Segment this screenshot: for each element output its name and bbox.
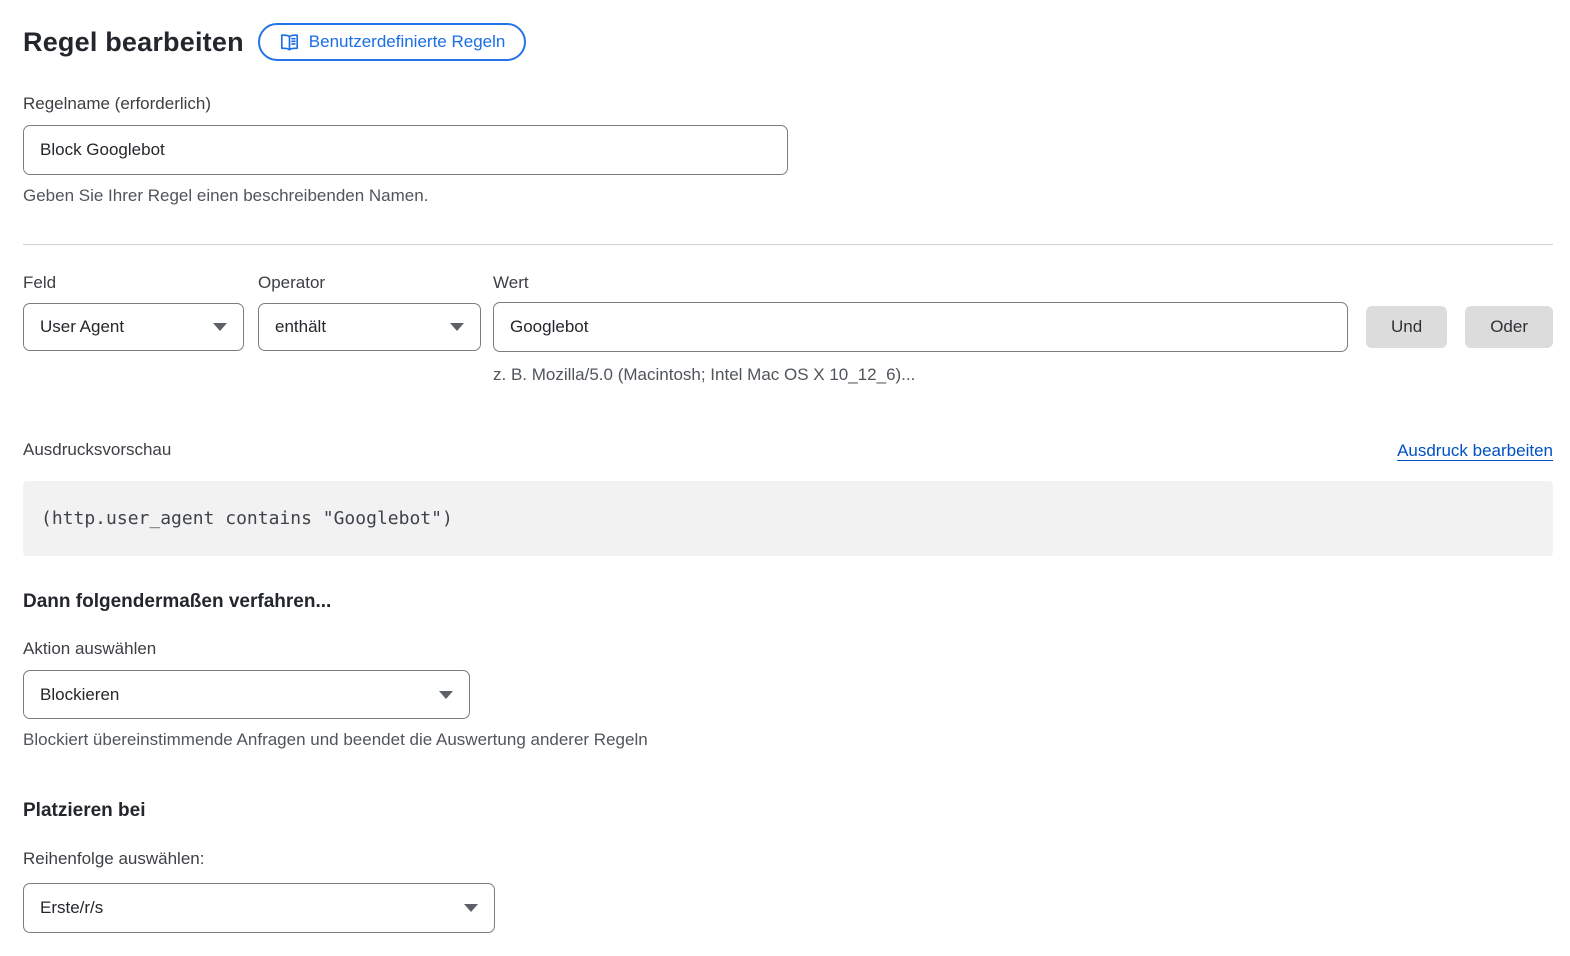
field-select-value: User Agent [40,317,124,337]
expression-preview-box: (http.user_agent contains "Googlebot") [23,481,1553,556]
rule-name-help: Geben Sie Ihrer Regel einen beschreibend… [23,185,1553,206]
value-input[interactable] [493,302,1348,352]
expression-builder-row: User Agent enthält Und Oder [23,302,1553,352]
custom-rules-badge-label: Benutzerdefinierte Regeln [309,32,506,52]
action-help: Blockiert übereinstimmende Anfragen und … [23,729,1553,750]
operator-select-value: enthält [275,317,326,337]
value-help: z. B. Mozilla/5.0 (Macintosh; Intel Mac … [493,364,1553,385]
field-label: Feld [23,273,258,293]
action-section-heading: Dann folgendermaßen verfahren... [23,591,1553,613]
operator-label: Operator [258,273,493,293]
placement-order-select[interactable]: Erste/r/s [23,883,495,933]
edit-rule-page: Regel bearbeiten Benutzerdefinierte Rege… [0,0,1570,956]
rule-name-label: Regelname (erforderlich) [23,94,1553,114]
operator-select[interactable]: enthält [258,303,481,351]
custom-rules-badge-button[interactable]: Benutzerdefinierte Regeln [258,23,527,61]
edit-expression-link[interactable]: Ausdruck bearbeiten [1397,441,1553,461]
section-divider [23,244,1553,245]
placement-order-select-value: Erste/r/s [40,898,103,918]
caret-down-icon [464,904,478,912]
action-select[interactable]: Blockieren [23,670,470,719]
connector-buttons: Und Oder [1366,306,1553,348]
or-button[interactable]: Oder [1465,306,1553,348]
page-header: Regel bearbeiten Benutzerdefinierte Rege… [23,22,1553,62]
placement-label: Reihenfolge auswählen: [23,849,1553,869]
value-label: Wert [493,273,529,293]
expression-preview-header: Ausdrucksvorschau Ausdruck bearbeiten [23,440,1553,460]
and-button[interactable]: Und [1366,306,1447,348]
expression-builder-labels: Feld Operator Wert [23,273,1553,293]
expression-preview-label: Ausdrucksvorschau [23,440,171,460]
field-select[interactable]: User Agent [23,303,244,351]
placement-section-heading: Platzieren bei [23,800,1553,822]
caret-down-icon [213,323,227,331]
caret-down-icon [450,323,464,331]
rule-name-input[interactable] [23,125,788,175]
open-book-icon [279,32,300,53]
action-select-value: Blockieren [40,685,119,705]
page-title: Regel bearbeiten [23,27,244,58]
caret-down-icon [439,691,453,699]
action-label: Aktion auswählen [23,639,1553,659]
expression-code: (http.user_agent contains "Googlebot") [41,508,453,529]
